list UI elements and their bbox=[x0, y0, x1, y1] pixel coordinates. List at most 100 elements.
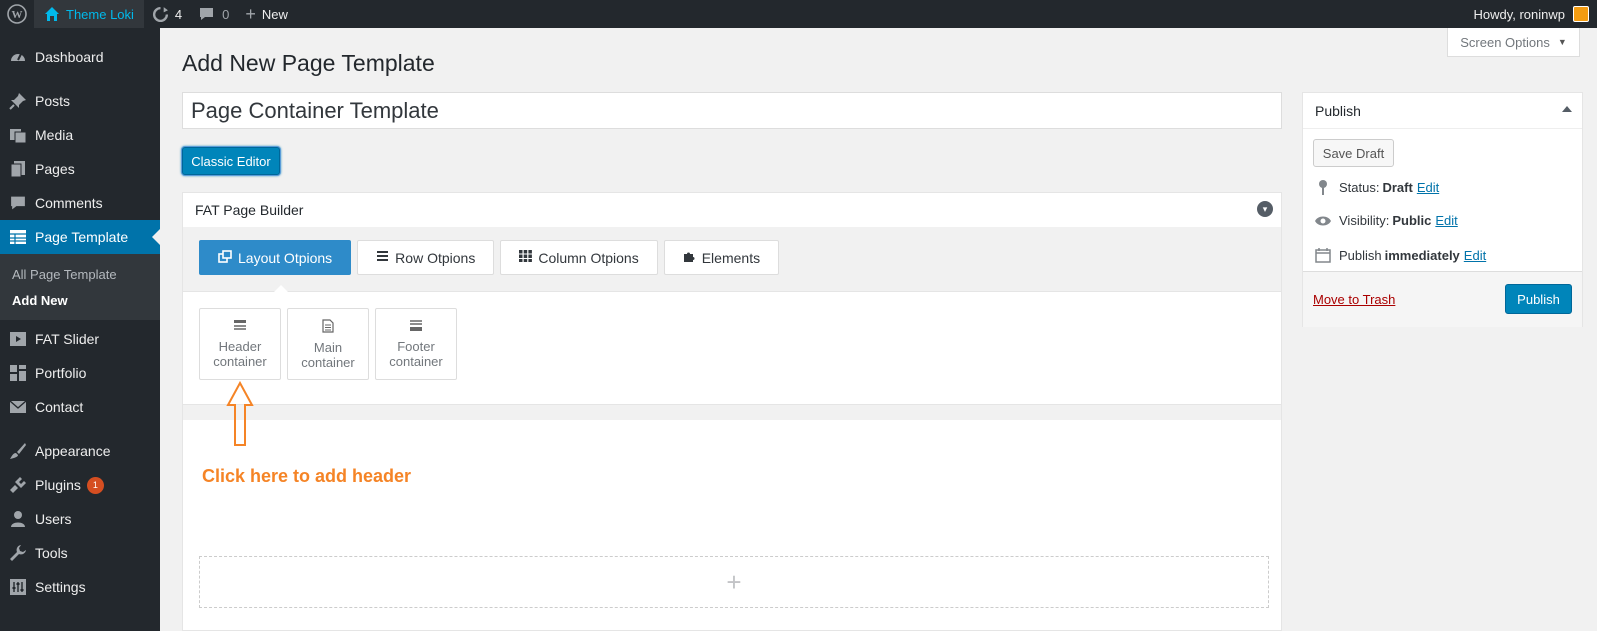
layout-icon bbox=[218, 249, 232, 266]
publish-value: immediately bbox=[1384, 247, 1460, 263]
sidebar-item-label: Media bbox=[35, 127, 74, 143]
pages-icon bbox=[8, 159, 28, 179]
header-container-item[interactable]: Header container bbox=[199, 308, 281, 380]
tab-layout-options[interactable]: Layout Otpions bbox=[199, 240, 352, 294]
sidebar-item-label: Page Template bbox=[35, 229, 129, 245]
site-name-link[interactable]: Theme Loki bbox=[34, 0, 144, 28]
sidebar-item-fat-slider[interactable]: FAT Slider bbox=[0, 322, 160, 356]
footer-layout-icon bbox=[409, 319, 423, 335]
sidebar-item-label: Pages bbox=[35, 161, 75, 177]
tab-elements[interactable]: Elements bbox=[663, 240, 780, 275]
page-title: Add New Page Template bbox=[182, 50, 435, 76]
main-container-item[interactable]: Main container bbox=[287, 308, 369, 380]
publish-button[interactable]: Publish bbox=[1505, 284, 1572, 314]
caret-down-icon: ▼ bbox=[1557, 37, 1567, 47]
updates-link[interactable]: 4 bbox=[144, 0, 190, 28]
tab-label: Elements bbox=[701, 249, 761, 266]
admin-bar: W Theme Loki 4 0 + New Howdy, roninwp bbox=[0, 0, 1597, 28]
layout-items: Header container Main container Footer c… bbox=[183, 292, 1281, 404]
header-layout-icon bbox=[233, 319, 247, 335]
layout-item-line1: Header bbox=[218, 339, 262, 354]
sidebar-item-pages[interactable]: Pages bbox=[0, 152, 160, 186]
sidebar-item-contact[interactable]: Contact bbox=[0, 390, 160, 424]
eye-icon bbox=[1313, 215, 1333, 227]
classic-editor-button[interactable]: Classic Editor bbox=[182, 147, 280, 175]
home-icon bbox=[45, 7, 59, 21]
document-icon bbox=[322, 319, 334, 336]
table-icon bbox=[8, 227, 28, 247]
add-section-dropzone[interactable]: + bbox=[199, 556, 1269, 608]
sidebar-item-settings[interactable]: Settings bbox=[0, 570, 160, 604]
sidebar-item-comments[interactable]: Comments bbox=[0, 186, 160, 220]
sidebar-item-label: Portfolio bbox=[35, 365, 87, 381]
layout-item-line1: Main bbox=[313, 340, 343, 355]
fat-page-builder-header: FAT Page Builder ▾ bbox=[183, 193, 1281, 227]
publish-date-edit-link[interactable]: Edit bbox=[1464, 248, 1486, 263]
site-name: Theme Loki bbox=[66, 6, 134, 22]
plus-icon: + bbox=[726, 566, 742, 597]
comments-icon bbox=[8, 193, 28, 213]
sidebar-item-tools[interactable]: Tools bbox=[0, 536, 160, 570]
collapse-arrow-icon[interactable] bbox=[1562, 106, 1572, 112]
avatar bbox=[1573, 6, 1589, 22]
save-draft-button[interactable]: Save Draft bbox=[1313, 139, 1394, 167]
screen-options-label: Screen Options bbox=[1460, 34, 1550, 50]
sidebar-item-media[interactable]: Media bbox=[0, 118, 160, 152]
annotation-text: Click here to add header bbox=[202, 466, 412, 486]
my-account[interactable]: Howdy, roninwp bbox=[1465, 0, 1597, 28]
pin-icon bbox=[8, 91, 28, 111]
publish-label: Publish bbox=[1339, 247, 1382, 263]
svg-text:W: W bbox=[12, 9, 23, 21]
admin-sidebar: Dashboard Posts Media Pages Comments Pag… bbox=[0, 28, 160, 631]
status-row: Status: Draft Edit bbox=[1313, 179, 1439, 195]
sidebar-item-label: Dashboard bbox=[35, 49, 104, 65]
sidebar-item-page-template[interactable]: Page Template bbox=[0, 220, 160, 254]
tab-row-options[interactable]: Row Otpions bbox=[357, 240, 495, 275]
sidebar-item-posts[interactable]: Posts bbox=[0, 84, 160, 118]
sidebar-item-appearance[interactable]: Appearance bbox=[0, 434, 160, 468]
sidebar-item-label: Settings bbox=[35, 579, 86, 595]
sidebar-item-label: Plugins bbox=[35, 477, 81, 493]
submenu-add-new[interactable]: Add New bbox=[0, 288, 160, 314]
publish-box-header[interactable]: Publish bbox=[1303, 93, 1582, 129]
visibility-label: Visibility: bbox=[1339, 213, 1390, 228]
sidebar-item-label: Comments bbox=[35, 195, 103, 211]
status-edit-link[interactable]: Edit bbox=[1417, 180, 1439, 195]
fat-page-builder-panel: FAT Page Builder ▾ Layout Otpions Row Ot… bbox=[182, 192, 1282, 631]
wrench-icon bbox=[8, 543, 28, 563]
screen-options-button[interactable]: Screen Options ▼ bbox=[1447, 28, 1580, 57]
tab-label: Column Otpions bbox=[538, 249, 639, 266]
fat-page-builder-title: FAT Page Builder bbox=[195, 202, 304, 218]
sidebar-item-dashboard[interactable]: Dashboard bbox=[0, 40, 160, 74]
tab-column-options[interactable]: Column Otpions bbox=[500, 240, 658, 275]
sidebar-item-plugins[interactable]: Plugins 1 bbox=[0, 468, 160, 502]
howdy-text: Howdy, roninwp bbox=[1473, 6, 1565, 22]
new-content-link[interactable]: + New bbox=[237, 0, 296, 28]
collapse-toggle-icon[interactable]: ▾ bbox=[1257, 201, 1273, 217]
sidebar-item-label: Appearance bbox=[35, 443, 111, 459]
plugin-icon bbox=[8, 475, 28, 495]
status-label: Status: bbox=[1339, 179, 1380, 195]
brush-icon bbox=[8, 441, 28, 461]
tab-label: Layout Otpions bbox=[238, 249, 333, 266]
publish-actions: Move to Trash Publish bbox=[1303, 271, 1582, 327]
comments-link[interactable]: 0 bbox=[190, 0, 237, 28]
builder-separator bbox=[183, 404, 1281, 420]
visibility-edit-link[interactable]: Edit bbox=[1435, 213, 1457, 228]
sidebar-item-users[interactable]: Users bbox=[0, 502, 160, 536]
submenu-all-page-template[interactable]: All Page Template bbox=[0, 262, 160, 288]
email-icon bbox=[8, 397, 28, 417]
sidebar-item-label: Users bbox=[35, 511, 72, 527]
publish-box-title: Publish bbox=[1315, 102, 1361, 119]
media-icon bbox=[8, 125, 28, 145]
comments-count: 0 bbox=[222, 6, 230, 22]
bars-icon bbox=[376, 250, 389, 265]
sidebar-item-portfolio[interactable]: Portfolio bbox=[0, 356, 160, 390]
footer-container-item[interactable]: Footer container bbox=[375, 308, 457, 380]
users-icon bbox=[8, 509, 28, 529]
title-input[interactable]: Page Container Template bbox=[182, 92, 1282, 129]
publish-box: Publish Save Draft Status: Draft Edit Vi… bbox=[1302, 92, 1583, 327]
sidebar-item-label: Contact bbox=[35, 399, 84, 415]
wordpress-logo-icon[interactable]: W bbox=[0, 0, 34, 28]
move-to-trash-link[interactable]: Move to Trash bbox=[1313, 292, 1395, 307]
